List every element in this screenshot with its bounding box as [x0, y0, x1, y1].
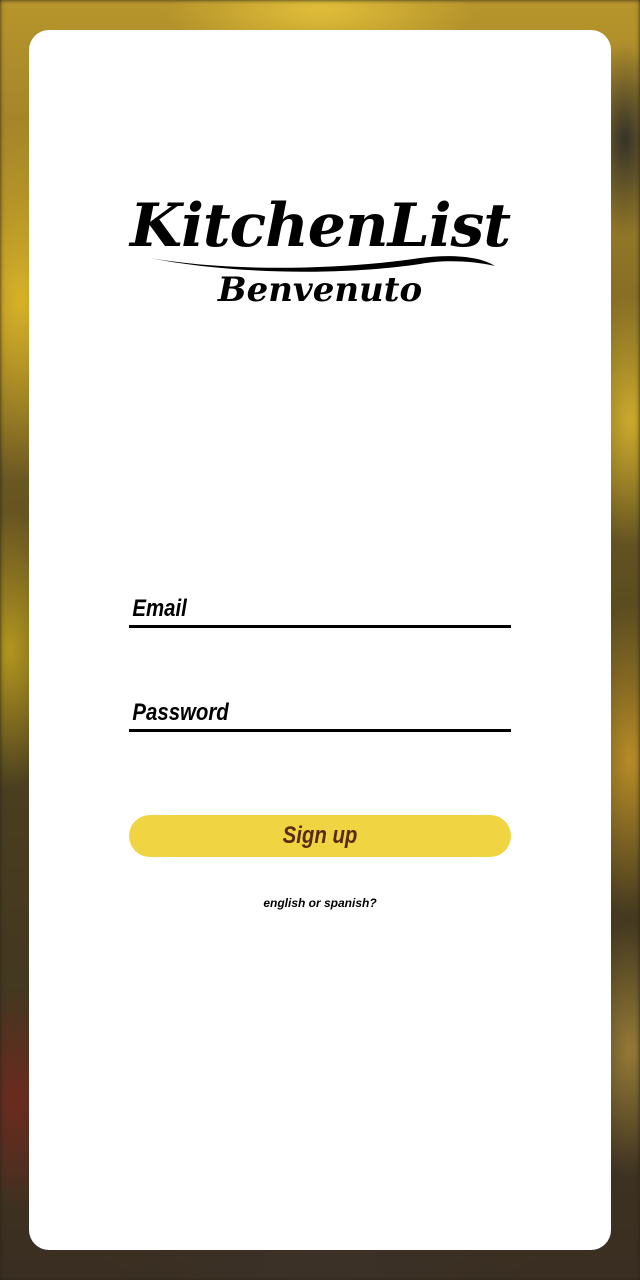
logo-title: KitchenList	[129, 191, 511, 261]
email-input[interactable]	[129, 595, 461, 623]
logo-subtitle: Benvenuto	[217, 270, 423, 310]
sign-up-button[interactable]: Sign up	[129, 815, 511, 857]
app-logo: KitchenList Benvenuto	[29, 190, 611, 310]
language-toggle-link[interactable]: english or spanish?	[29, 896, 611, 910]
password-field	[129, 692, 511, 732]
password-input[interactable]	[129, 699, 461, 727]
sign-up-label: Sign up	[282, 822, 358, 849]
login-card: KitchenList Benvenuto Sign up english or…	[29, 30, 611, 1250]
email-field	[129, 588, 511, 628]
